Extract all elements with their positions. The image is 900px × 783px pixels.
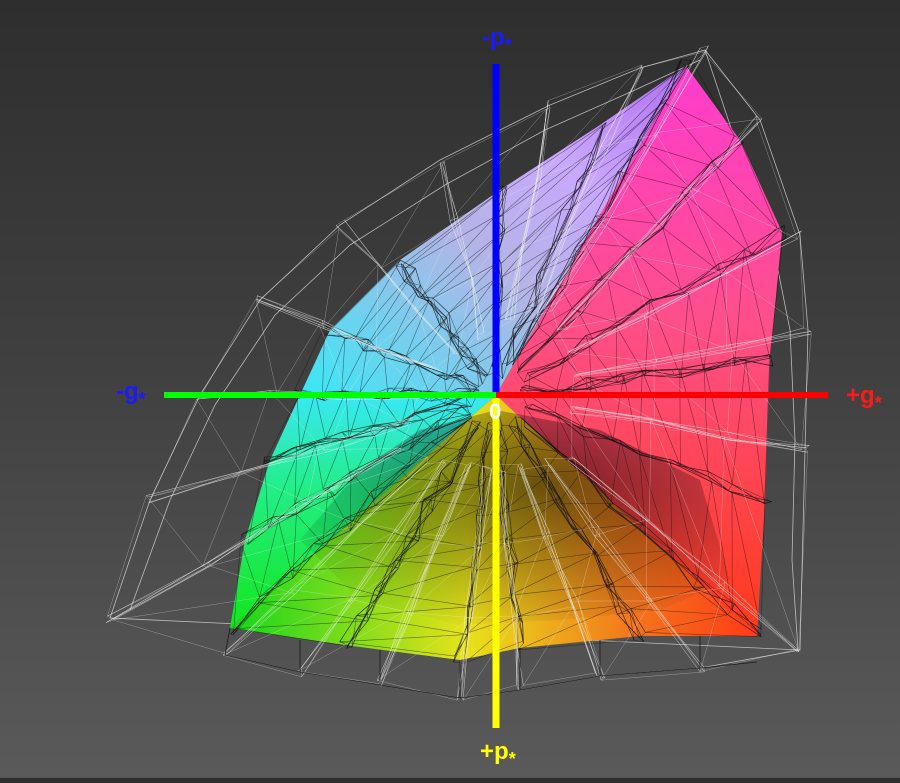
axis-label-plus-g: +g* — [846, 384, 882, 412]
axis-label-minus-p: -p* — [482, 26, 512, 54]
origin-label: 0 — [489, 401, 501, 423]
color-gamut-diagram: -p* +p* -g* +g* 0 — [0, 0, 900, 778]
axis-label-minus-g: -g* — [116, 380, 146, 408]
axis-label-plus-p: +p* — [480, 740, 516, 768]
